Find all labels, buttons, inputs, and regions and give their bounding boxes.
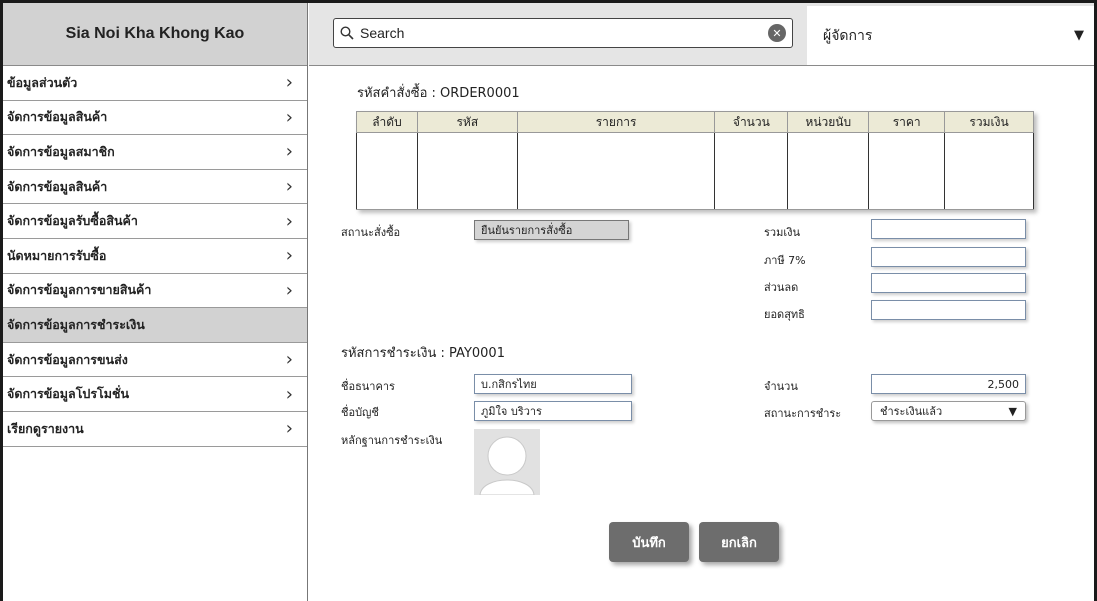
net-label: ยอดสุทธิ (764, 308, 805, 321)
chevron-right-icon: › (285, 72, 293, 94)
chevron-right-icon: › (285, 106, 293, 128)
order-code: รหัสคำสั่งซื้อ : ORDER0001 (357, 86, 520, 101)
caret-down-icon: ▼ (1008, 404, 1017, 418)
table-cell (714, 132, 789, 210)
search-box: ✕ (333, 18, 793, 48)
top-bar: ✕ ผู้จัดการ ▼ (309, 3, 1094, 66)
net-field[interactable] (871, 300, 1026, 320)
sidebar-item-label: เรียกดูรายงาน (7, 420, 84, 436)
sidebar-item-label: จัดการข้อมูลการชำระเงิน (7, 316, 145, 332)
payment-status-select[interactable]: ชำระเงินแล้ว ▼ (871, 401, 1026, 421)
chevron-right-icon: › (285, 279, 293, 301)
sidebar: Sia Noi Kha Khong Kao ข้อมูลส่วนตัว › จัดก… (3, 3, 308, 601)
table-cell (868, 132, 946, 210)
user-role-dropdown[interactable]: ผู้จัดการ ▼ (807, 6, 1094, 65)
payment-status-label: สถานะการชำระ (764, 407, 842, 420)
sidebar-item[interactable]: จัดการข้อมูลสมาชิก › (3, 135, 307, 170)
amount-field[interactable]: 2,500 (871, 374, 1026, 394)
search-icon (340, 26, 354, 40)
sidebar-item-label: จัดการข้อมูลสมาชิก (7, 143, 115, 159)
evidence-label: หลักฐานการชำระเงิน (341, 434, 443, 447)
table-cell (944, 132, 1034, 210)
sidebar-item[interactable]: จัดการข้อมูลการชำระเงิน (3, 308, 307, 343)
sidebar-item-label: นัดหมายการรับซื้อ (7, 247, 107, 263)
table-cell (787, 132, 870, 210)
column-header: จำนวน (714, 111, 789, 133)
sum-field[interactable] (871, 219, 1026, 239)
user-role-label: ผู้จัดการ (823, 27, 873, 44)
discount-field[interactable] (871, 273, 1026, 293)
payment-code: รหัสการชำระเงิน : PAY0001 (341, 346, 505, 361)
cancel-button[interactable]: ยกเลิก (699, 522, 779, 562)
payment-evidence-image[interactable] (474, 429, 540, 495)
table-header-row: ลำดับ รหัส รายการ จำนวน หน่วยนับ ราคา รวมเงิน (356, 111, 1034, 133)
caret-down-icon: ▼ (1074, 28, 1084, 43)
column-header: รวมเงิน (944, 111, 1034, 133)
sidebar-item[interactable]: จัดการข้อมูลสินค้า › (3, 169, 307, 205)
account-field[interactable]: ภูมิใจ บริวาร (474, 401, 632, 421)
sidebar-item[interactable]: เรียกดูรายงาน › (3, 411, 307, 447)
clear-search-icon[interactable]: ✕ (768, 24, 786, 42)
column-header: ราคา (868, 111, 946, 133)
column-header: รหัส (416, 111, 518, 133)
bank-label: ชื่อธนาคาร (341, 380, 395, 393)
sidebar-item[interactable]: จัดการข้อมูลสินค้า › (3, 100, 307, 136)
main-content: รหัสคำสั่งซื้อ : ORDER0001 ลำดับ รหัส รายก… (309, 67, 1094, 601)
chevron-right-icon: › (285, 383, 293, 405)
brand-title: Sia Noi Kha Khong Kao (3, 3, 307, 66)
search-input[interactable] (360, 25, 768, 41)
chevron-right-icon: › (285, 349, 293, 371)
avatar-placeholder-icon (474, 429, 540, 495)
sidebar-item-label: จัดการข้อมูลการขนส่ง (7, 351, 128, 367)
sidebar-item[interactable]: จัดการข้อมูลการขนส่ง › (3, 342, 307, 378)
sidebar-nav: ข้อมูลส่วนตัว › จัดการข้อมูลสินค้า › จัดการข… (3, 66, 307, 447)
table-cell (516, 132, 716, 210)
sidebar-item-label: จัดการข้อมูลสินค้า (7, 109, 108, 125)
sidebar-item-label: จัดการข้อมูลรับซื้อสินค้า (7, 213, 138, 229)
chevron-right-icon: › (285, 176, 293, 198)
order-status-label: สถานะสั่งซื้อ (341, 226, 401, 239)
vat-label: ภาษี 7% (764, 254, 806, 267)
vat-field[interactable] (871, 247, 1026, 267)
table-cell (416, 132, 518, 210)
sidebar-item-label: จัดการข้อมูลโปรโมชั่น (7, 386, 130, 402)
sidebar-item-label: ข้อมูลส่วนตัว (7, 74, 78, 90)
chevron-right-icon: › (285, 210, 293, 232)
sidebar-item[interactable]: จัดการข้อมูลโปรโมชั่น › (3, 377, 307, 412)
sidebar-item-label: จัดการข้อมูลสินค้า (7, 178, 108, 194)
account-label: ชื่อบัญชี (341, 406, 379, 419)
order-items-table: ลำดับ รหัส รายการ จำนวน หน่วยนับ ราคา รวมเงิน (356, 111, 1034, 210)
save-button[interactable]: บันทึก (609, 522, 689, 562)
column-header: รายการ (516, 111, 716, 133)
table-row (356, 132, 1034, 210)
order-status-field: ยืนยันรายการสั่งซื้อ (474, 220, 629, 240)
sidebar-item[interactable]: นัดหมายการรับซื้อ › (3, 238, 307, 274)
sidebar-item[interactable]: จัดการข้อมูลรับซื้อสินค้า › (3, 204, 307, 239)
chevron-right-icon: › (285, 245, 293, 267)
chevron-right-icon: › (285, 141, 293, 163)
sidebar-item-label: จัดการข้อมูลการขายสินค้า (7, 282, 152, 298)
payment-status-value: ชำระเงินแล้ว (880, 405, 943, 418)
discount-label: ส่วนลด (764, 281, 799, 294)
table-cell (356, 132, 418, 210)
column-header: ลำดับ (356, 111, 418, 133)
sum-label: รวมเงิน (764, 226, 800, 239)
amount-label: จำนวน (764, 380, 798, 393)
column-header: หน่วยนับ (787, 111, 870, 133)
bank-field[interactable]: บ.กสิกรไทย (474, 374, 632, 394)
sidebar-item[interactable]: ข้อมูลส่วนตัว › (3, 66, 307, 101)
chevron-right-icon: › (285, 418, 293, 440)
sidebar-item[interactable]: จัดการข้อมูลการขายสินค้า › (3, 273, 307, 309)
